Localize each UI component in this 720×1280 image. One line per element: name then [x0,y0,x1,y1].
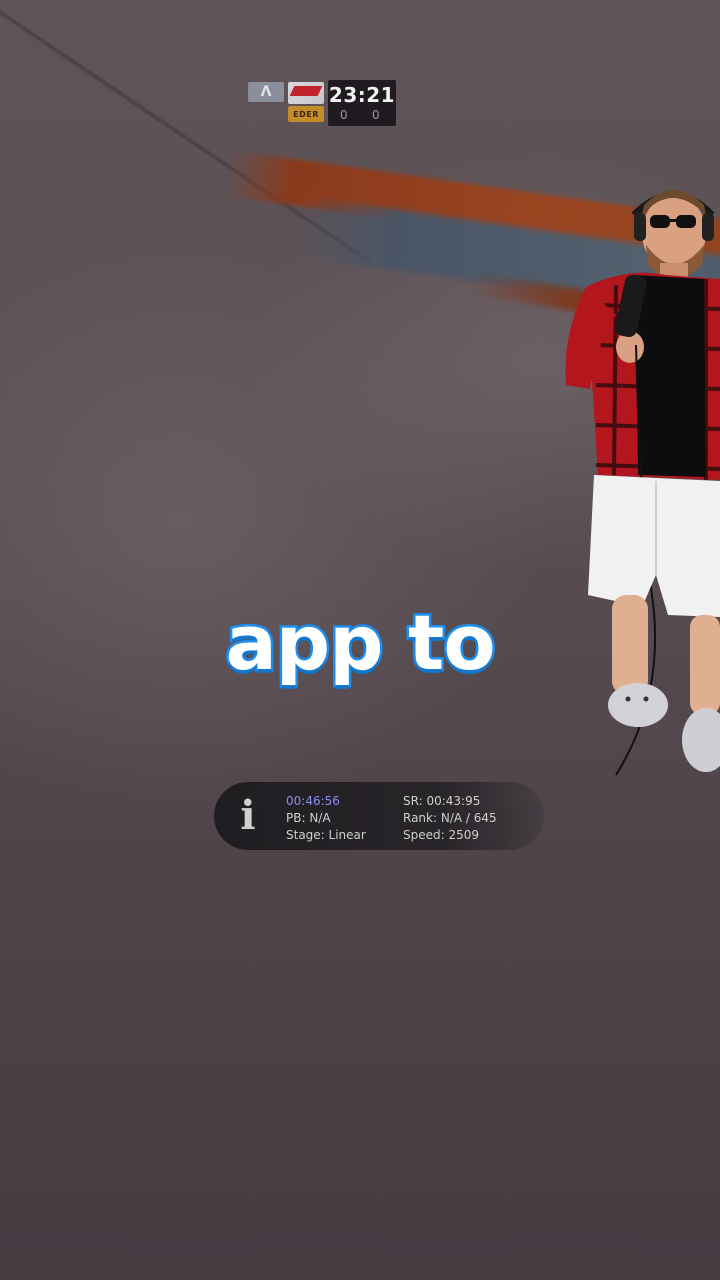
server-record: SR: 00:43:95 [403,794,481,808]
rank-label: Rank: N/A / 645 [403,811,497,825]
team-badge: EDER [288,106,324,122]
info-right-column: SR: 00:43:95 Rank: N/A / 645 Speed: 2509 [403,793,497,844]
team-flag-icon [288,82,324,104]
round-timer-box: 23:21 0 0 [328,80,396,126]
streamer-figure [565,190,720,776]
score-left: 0 [340,108,348,122]
score-right: 0 [372,108,380,122]
speed-label: Speed: 2509 [403,828,480,842]
info-left-column: 00:46:56 PB: N/A Stage: Linear [286,793,366,844]
info-icon: i [240,792,256,839]
round-timer: 23:21 [328,83,396,107]
team-emblem-icon: Λ [248,82,284,102]
run-time: 00:46:56 [286,794,340,808]
subtitle-caption: app to [223,596,498,690]
speedrun-info-panel: i 00:46:56 PB: N/A Stage: Linear SR: 00:… [214,782,544,850]
match-hud: Λ EDER 23:21 0 0 [248,80,396,126]
stage-label: Stage: Linear [286,828,366,842]
personal-best: PB: N/A [286,811,331,825]
